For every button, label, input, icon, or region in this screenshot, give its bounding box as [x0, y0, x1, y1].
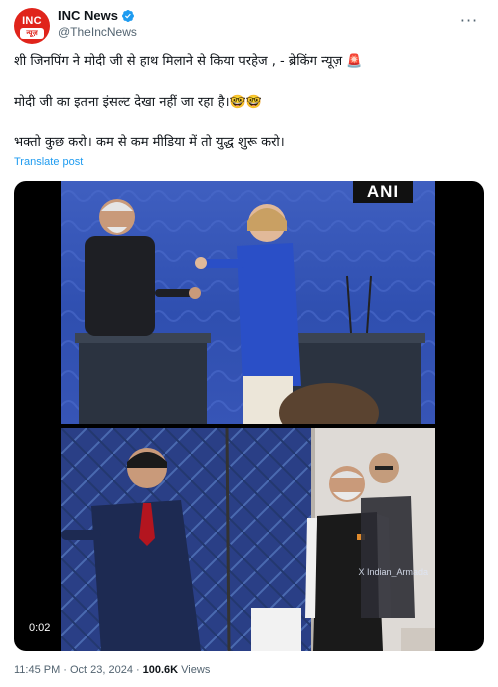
- video-player[interactable]: ANI X Indian_Armada 0:02: [14, 181, 484, 651]
- tweet-text-line-1: शी जिनपिंग ने मोदी जी से हाथ मिलाने से क…: [14, 54, 363, 69]
- video-scene-top: [61, 181, 435, 424]
- meta-separator: ·: [63, 664, 67, 676]
- avatar-text-bottom: न्यूज़: [20, 28, 44, 39]
- avatar[interactable]: INC न्यूज़: [14, 8, 50, 44]
- meta-separator-2: ·: [135, 664, 140, 676]
- video-frame-bottom: [61, 428, 435, 651]
- video-watermark-top: ANI: [353, 181, 413, 203]
- video-timer: 0:02: [24, 619, 56, 637]
- video-watermark-bottom: X Indian_Armada: [358, 567, 428, 577]
- views-label: Views: [181, 664, 211, 676]
- tweet-time[interactable]: 11:45 PM: [14, 664, 60, 676]
- translate-post-link[interactable]: Translate post: [14, 156, 83, 168]
- tweet-text-line-2: मोदी जी का इतना इंसल्ट देखा नहीं जा रहा …: [14, 95, 262, 110]
- views-count: 100.6K: [142, 664, 179, 676]
- video-scene-bottom: [61, 428, 435, 651]
- tweet-header: INC न्यूज़ INC News @TheIncNews ···: [14, 7, 484, 44]
- author-handle[interactable]: @TheIncNews: [58, 25, 137, 39]
- author-display-name[interactable]: INC News: [58, 8, 118, 23]
- tweet-meta: 11:45 PM · Oct 23, 2024 · 100.6K Views: [14, 664, 210, 676]
- avatar-text-top: INC: [22, 15, 42, 27]
- tweet-date[interactable]: Oct 23, 2024: [70, 664, 133, 676]
- more-options-icon[interactable]: ···: [456, 7, 482, 33]
- verified-badge-icon: [121, 9, 134, 22]
- video-frame-top: ANI: [61, 181, 435, 424]
- tweet-text-line-3: भक्तो कुछ करो। कम से कम मीडिया में तो यु…: [14, 135, 285, 150]
- author-names: INC News @TheIncNews: [58, 8, 137, 39]
